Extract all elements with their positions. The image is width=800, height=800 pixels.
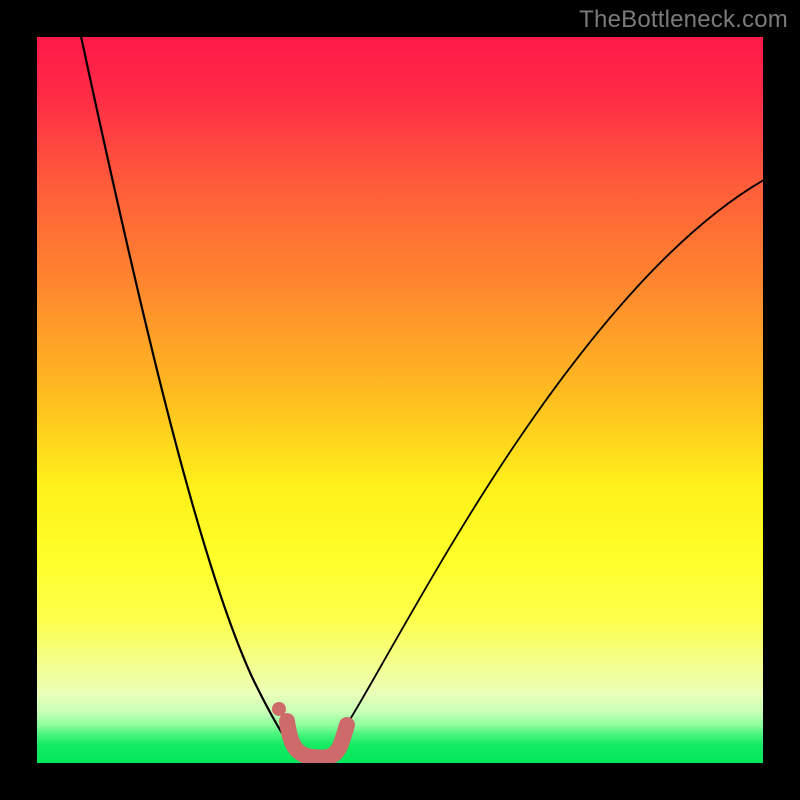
plot-area bbox=[37, 37, 763, 763]
series-left-branch bbox=[79, 37, 290, 745]
series-bottom-u-marker bbox=[287, 721, 347, 758]
series-right-branch bbox=[335, 177, 763, 743]
watermark-text: TheBottleneck.com bbox=[579, 6, 788, 34]
marker-dot bbox=[272, 702, 286, 716]
chart-frame: TheBottleneck.com bbox=[0, 0, 800, 800]
curve-layer bbox=[37, 37, 763, 763]
